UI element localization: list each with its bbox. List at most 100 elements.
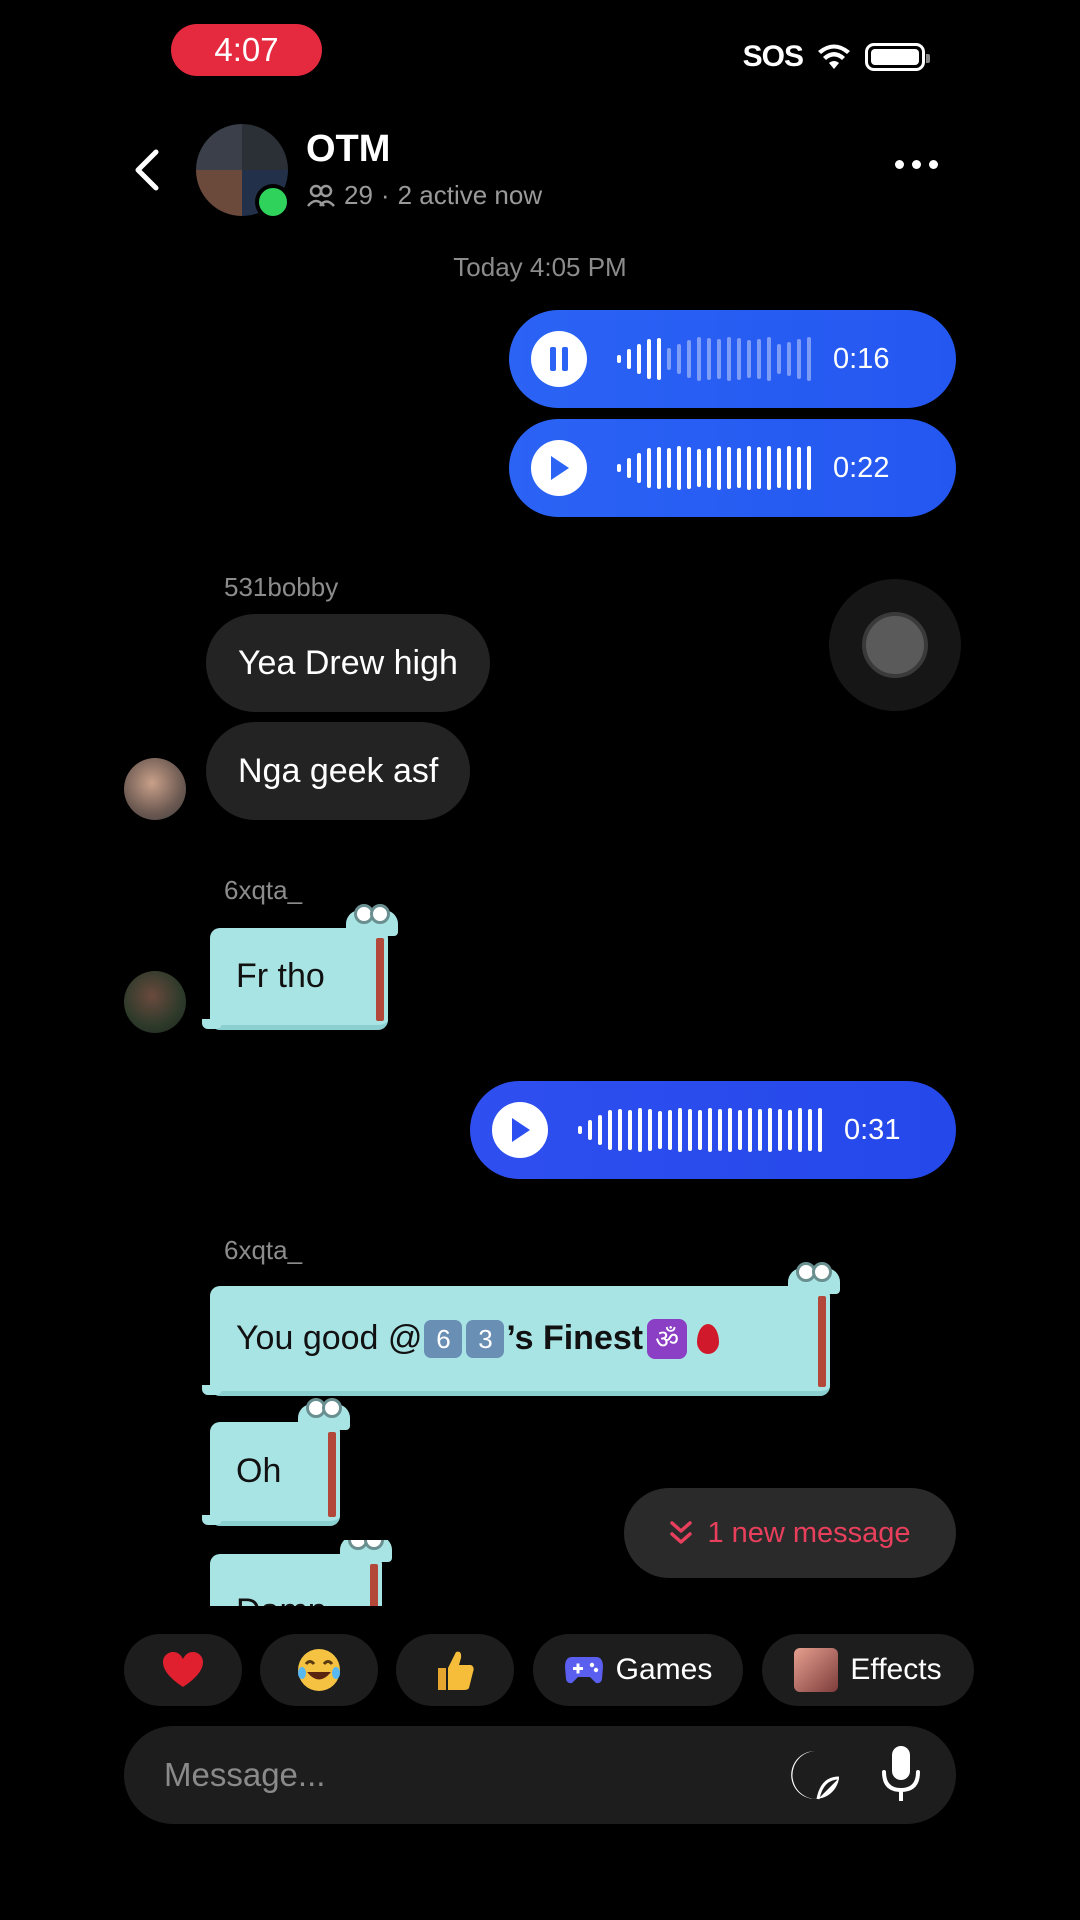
- waveform-bar: [637, 344, 641, 374]
- waveform-bar: [717, 339, 721, 379]
- play-button[interactable]: [531, 440, 587, 496]
- waveform-bar: [777, 344, 781, 374]
- sticker-button[interactable]: [788, 1748, 842, 1802]
- waveform-bar: [747, 340, 751, 378]
- new-message-button[interactable]: 1 new message: [624, 1488, 956, 1578]
- waveform-bar: [787, 446, 791, 490]
- status-icons: SOS: [743, 40, 930, 74]
- status-time: 4:07: [171, 24, 322, 76]
- waveform: [617, 334, 811, 384]
- waveform-bar: [737, 338, 741, 380]
- waveform-bar: [588, 1120, 592, 1140]
- waveform-bar: [617, 355, 621, 363]
- sticker-message-bubble[interactable]: Oh: [202, 1398, 350, 1526]
- microphone-icon: [882, 1746, 920, 1801]
- drop-of-blood-emoji: [697, 1323, 720, 1354]
- microphone-button[interactable]: [876, 1744, 926, 1804]
- pause-button[interactable]: [531, 331, 587, 387]
- waveform-bar: [738, 1110, 742, 1150]
- waveform-bar: [718, 1109, 722, 1151]
- more-options-button[interactable]: [895, 160, 938, 169]
- waveform-bar: [618, 1109, 622, 1151]
- keycap-emoji: 3: [466, 1319, 505, 1358]
- waveform-bar: [717, 446, 721, 490]
- thumbs-up-reaction-button[interactable]: [396, 1634, 514, 1706]
- keycap-emoji: 6: [424, 1319, 463, 1358]
- play-button[interactable]: [492, 1102, 548, 1158]
- waveform-bar: [777, 448, 781, 488]
- waveform-bar: [767, 446, 771, 490]
- laughing-reaction-button[interactable]: [260, 1634, 378, 1706]
- waveform-bar: [638, 1108, 642, 1152]
- effects-label: Effects: [850, 1653, 942, 1686]
- waveform-bar: [578, 1126, 582, 1134]
- waveform-bar: [788, 1110, 792, 1150]
- sticker-icon: [791, 1751, 840, 1800]
- laughing-emoji-icon: [298, 1649, 340, 1691]
- waveform-bar: [628, 1110, 632, 1150]
- waveform-bar: [647, 448, 651, 488]
- avatar[interactable]: [124, 758, 186, 820]
- waveform-bar: [598, 1115, 602, 1145]
- waveform-bar: [697, 337, 701, 381]
- sender-name: 6xqta_: [224, 875, 303, 905]
- wifi-icon: [818, 44, 850, 69]
- chevron-left-icon: [135, 149, 159, 191]
- sender-name: 6xqta_: [224, 1235, 303, 1265]
- sticker-message-bubble[interactable]: Damn: [210, 1540, 392, 1606]
- om-emoji: ॐ: [647, 1318, 688, 1359]
- waveform-bar: [727, 337, 731, 381]
- waveform-bar: [677, 446, 681, 490]
- waveform-bar: [647, 339, 651, 379]
- chat-subtitle[interactable]: 29 · 2 active now: [306, 180, 542, 211]
- waveform-bar: [737, 448, 741, 488]
- message-bubble[interactable]: Yea Drew high: [206, 614, 490, 712]
- voice-message[interactable]: 0:22: [509, 419, 956, 517]
- waveform-bar: [667, 348, 671, 370]
- heart-reaction-button[interactable]: [124, 1634, 242, 1706]
- online-indicator: [255, 184, 291, 220]
- waveform-bar: [648, 1109, 652, 1151]
- waveform: [578, 1105, 822, 1155]
- member-count: 29: [344, 180, 373, 210]
- waveform-bar: [767, 337, 771, 381]
- message-bubble[interactable]: Nga geek asf: [206, 722, 471, 820]
- voice-message[interactable]: 0:31: [470, 1081, 956, 1179]
- voice-duration: 0:16: [833, 342, 890, 375]
- waveform-bar: [698, 1110, 702, 1150]
- message-text: Damn: [236, 1592, 327, 1606]
- assistive-touch-button[interactable]: [829, 579, 961, 711]
- pause-icon: [550, 347, 568, 371]
- waveform-bar: [627, 458, 631, 478]
- waveform-bar: [707, 448, 711, 488]
- waveform-bar: [658, 1111, 662, 1149]
- message-composer: [124, 1726, 956, 1824]
- sticker-message-bubble[interactable]: You good @ 6 3 ’s Finest ॐ: [202, 1262, 840, 1396]
- avatar[interactable]: [124, 971, 186, 1033]
- waveform-bar: [708, 1108, 712, 1152]
- message-text: You good @: [236, 1319, 423, 1357]
- play-icon: [512, 1118, 530, 1142]
- waveform-bar: [687, 340, 691, 378]
- sticker-message-bubble[interactable]: Fr tho: [202, 904, 398, 1030]
- members-icon: [307, 184, 335, 207]
- chat-title[interactable]: OTM: [306, 128, 390, 171]
- heart-icon: [163, 1652, 203, 1687]
- back-button[interactable]: [126, 145, 166, 195]
- waveform-bar: [707, 338, 711, 380]
- voice-message[interactable]: 0:16: [509, 310, 956, 408]
- mention-suffix: ’s Finest: [506, 1319, 644, 1357]
- effects-button[interactable]: Effects: [762, 1634, 974, 1706]
- voice-duration: 0:31: [844, 1113, 901, 1146]
- separator-dot: ·: [380, 180, 390, 210]
- effects-thumbnail: [794, 1648, 839, 1692]
- waveform-bar: [657, 338, 661, 380]
- waveform-bar: [657, 447, 661, 489]
- waveform-bar: [748, 1108, 752, 1152]
- waveform-bar: [797, 339, 801, 379]
- waveform-bar: [808, 1109, 812, 1151]
- new-message-label: 1 new message: [707, 1516, 911, 1549]
- waveform-bar: [608, 1110, 612, 1150]
- message-input[interactable]: [164, 1756, 744, 1794]
- games-button[interactable]: Games: [533, 1634, 743, 1706]
